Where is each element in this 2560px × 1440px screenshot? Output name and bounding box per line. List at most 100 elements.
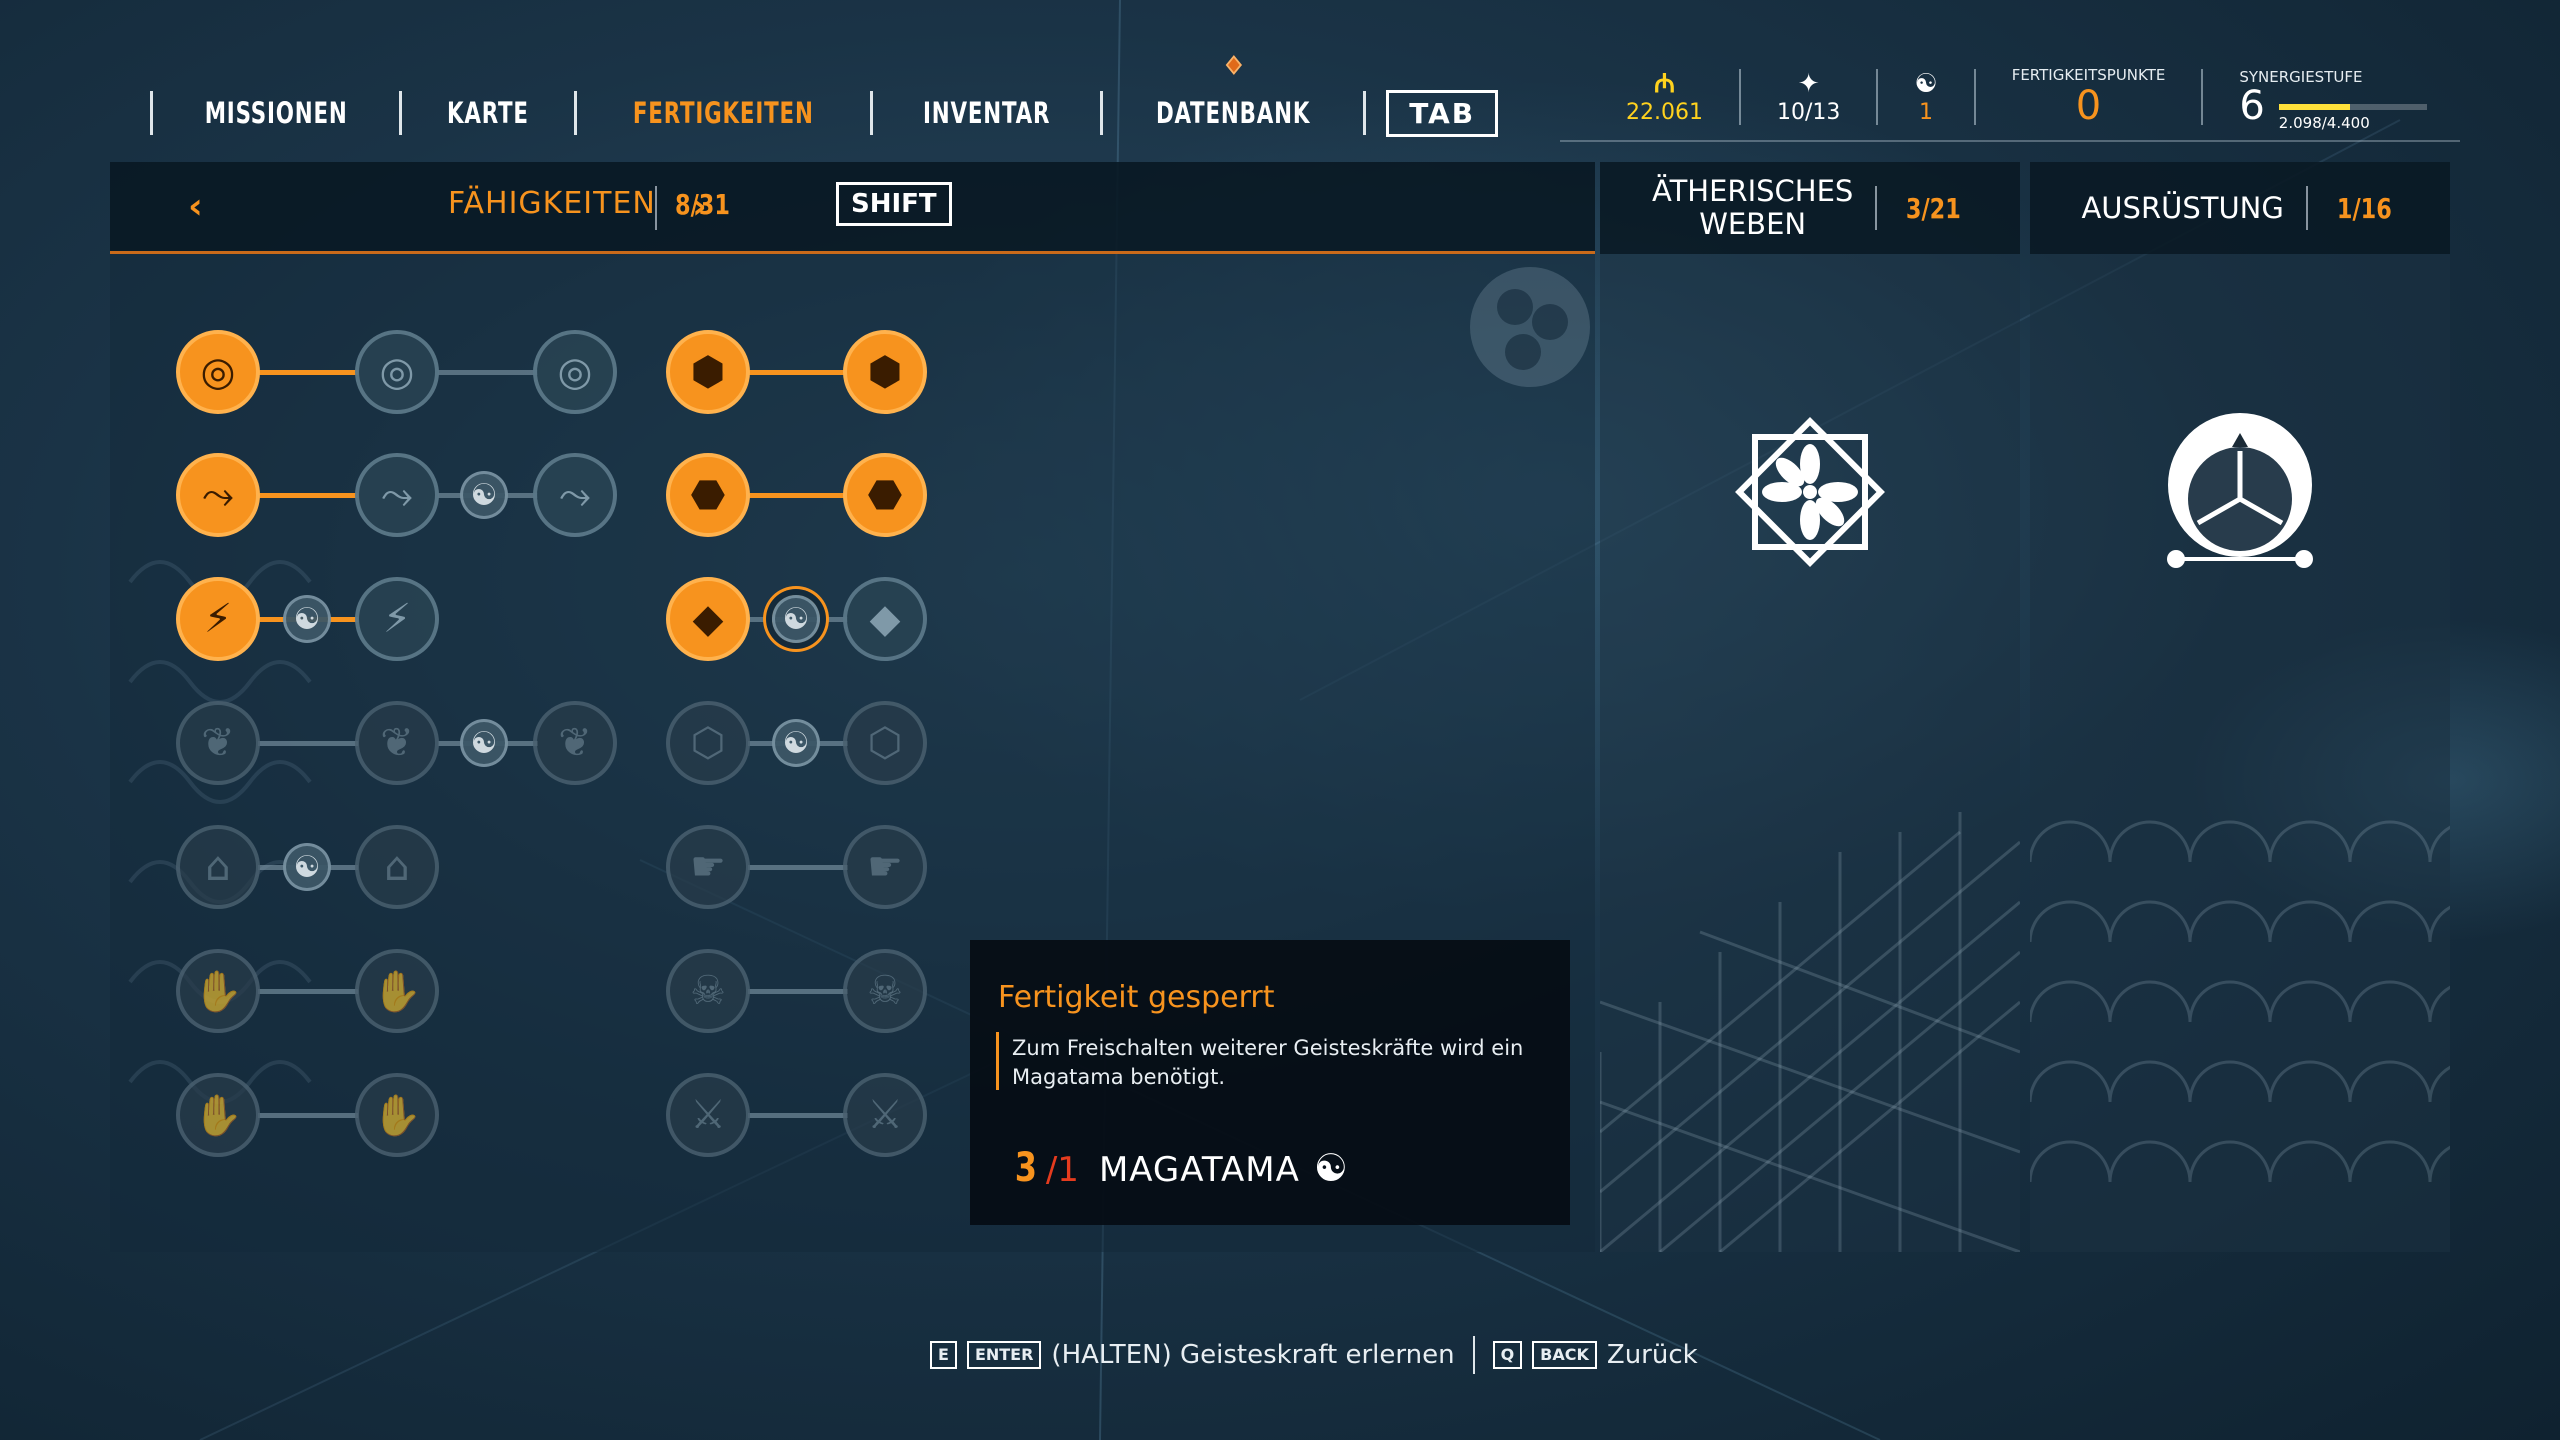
tab-fertigkeiten[interactable]: FERTIGKEITEN [604,96,844,130]
cost-owned: 3 [1014,1145,1038,1191]
skill-node-grab-2[interactable]: ☛ [843,825,927,909]
aetheric-weaving-panel[interactable] [1600,162,2020,1252]
skill-node-house[interactable]: ⌂ [176,825,260,909]
skill-points-value: 0 [2075,83,2102,129]
skill-node-strike[interactable]: ⚔ [666,1073,750,1157]
knowledge-value: 10/13 [1776,99,1841,125]
stats-divider [1560,140,2460,142]
skill-node-birds-3[interactable]: ❦ [533,701,617,785]
tab-datenbank[interactable]: DATENBANK [1126,55,1339,130]
nav-separator [399,91,403,135]
skill-node-house-2[interactable]: ⌂ [355,825,439,909]
skill-link [748,1113,848,1118]
mon-currency-icon: ₼ [1653,68,1676,99]
key-back[interactable]: BACK [1532,1341,1597,1369]
aetheric-weaving-title-line1: ÄTHERISCHES [1651,174,1854,208]
equipment-title-line1: AUSRÜSTUNG [2081,190,2284,225]
key-q[interactable]: Q [1492,1341,1523,1369]
aetheric-weaving-count: 3/21 [1906,191,1962,225]
header-separator [1875,186,1878,230]
skill-locked-tooltip: Fertigkeit gesperrt Zum Freischalten wei… [970,940,1570,1225]
key-enter[interactable]: ENTER [966,1341,1042,1369]
magatama-lock-icon-selected[interactable]: ☯ [772,595,820,643]
synergy-progress-fill [2278,104,2350,110]
synergy-label: SYNERGIESTUFE [2239,68,2363,86]
aetheric-weaving-header[interactable]: ÄTHERISCHES WEBEN 3/21 [1600,162,2020,254]
nav-separator [1099,91,1103,135]
next-page-icon[interactable]: › [692,186,707,227]
magatama-icon: ☯ [1313,1146,1348,1190]
skill-node-birds-2[interactable]: ❦ [355,701,439,785]
magatama-lock-icon[interactable]: ☯ [460,719,508,767]
player-stats: ₼ 22.061 ✦ 10/13 ☯ 1 FERTIGKEITSPUNKTE 0… [1590,62,2463,132]
skill-node-armor-2[interactable]: ⬢ [843,330,927,414]
skill-node-slide-3[interactable]: ⤳ [533,453,617,537]
skill-link [258,493,358,498]
shift-key-prompt[interactable]: SHIFT [836,182,952,226]
magatama-lock-icon[interactable]: ☯ [772,719,820,767]
key-e[interactable]: E [930,1341,957,1369]
equipment-panel[interactable] [2030,162,2450,1252]
skill-link [258,370,358,375]
nav-separator [150,91,153,135]
back-prompt[interactable]: Zurück [1607,1340,1698,1370]
tab-missionen[interactable]: MISSIONEN [175,96,377,130]
skill-node-spin[interactable]: ◎ [176,330,260,414]
learn-power-prompt[interactable]: (HALTEN) Geisteskraft erlernen [1051,1340,1454,1370]
skill-node-guard[interactable]: ⬣ [666,453,750,537]
skill-node-gem[interactable]: ⬡ [666,701,750,785]
synergy-progress-bar: 2.098/4.400 [2278,104,2428,132]
skill-link [438,370,538,375]
seigaiha-pattern-decoration [2030,820,2450,1183]
skill-node-armor[interactable]: ⬢ [666,330,750,414]
skill-node-dash[interactable]: ⚡ [176,577,260,661]
arrow-up-icon: ✦ [1797,68,1820,99]
magatama-lock-icon[interactable]: ☯ [283,595,331,643]
skill-node-slide[interactable]: ⤳ [176,453,260,537]
tab-inventar[interactable]: INVENTAR [893,96,1079,130]
skill-node-hand[interactable]: ✋ [176,949,260,1033]
magatama-lock-icon[interactable]: ☯ [460,471,508,519]
equipment-header[interactable]: AUSRÜSTUNG 1/16 [2030,162,2450,254]
tab-karte[interactable]: KARTE [418,96,559,130]
tooltip-accent-bar [996,1032,999,1090]
skill-node-spin-2[interactable]: ◎ [355,330,439,414]
skill-node-spin-3[interactable]: ◎ [533,330,617,414]
footer-separator [1472,1336,1475,1374]
skill-node-dash-2[interactable]: ⚡ [355,577,439,661]
skill-points-stat: FERTIGKEITSPUNKTE 0 [1976,66,2202,128]
notification-icon [1225,55,1243,75]
skill-points-label: FERTIGKEITSPUNKTE [2011,66,2166,84]
synergy-level-stat: SYNERGIESTUFE 6 2.098/4.400 [2203,68,2463,132]
skill-node-gem-2[interactable]: ⬡ [843,701,927,785]
skill-node-guard-2[interactable]: ⬣ [843,453,927,537]
skill-node-grab[interactable]: ☛ [666,825,750,909]
equipment-emblem [2167,413,2313,568]
cost-label: MAGATAMA [1098,1150,1300,1190]
skill-node-skull-2[interactable]: ☠ [843,949,927,1033]
synergy-level: 6 [2239,83,2265,129]
skill-node-hand-2[interactable]: ✋ [355,949,439,1033]
magatama-lock-icon[interactable]: ☯ [283,843,331,891]
skill-link [258,741,358,746]
abilities-title: FÄHIGKEITEN [448,186,656,221]
skill-node-slide-2[interactable]: ⤳ [355,453,439,537]
tab-datenbank-label: DATENBANK [1155,96,1311,130]
skill-node-birds[interactable]: ❦ [176,701,260,785]
skill-node-palm[interactable]: ✋ [176,1073,260,1157]
magatama-icon: ☯ [1914,68,1938,99]
skill-node-palm-2[interactable]: ✋ [355,1073,439,1157]
skill-node-strike-2[interactable]: ⚔ [843,1073,927,1157]
skill-node-crystal[interactable]: ◆ [666,577,750,661]
main-navigation: MISSIONEN KARTE FERTIGKEITEN INVENTAR DA… [150,55,1499,138]
tab-key-prompt[interactable]: TAB [1386,89,1499,137]
prev-page-icon[interactable]: ‹ [188,186,203,227]
skill-node-skull[interactable]: ☠ [666,949,750,1033]
skill-link [258,989,358,994]
skill-link [748,370,848,375]
skill-link [258,1113,358,1118]
skill-link [748,989,848,994]
skill-node-crystal-2[interactable]: ◆ [843,577,927,661]
cost-required: /1 [1045,1150,1079,1190]
skill-link [748,865,848,870]
